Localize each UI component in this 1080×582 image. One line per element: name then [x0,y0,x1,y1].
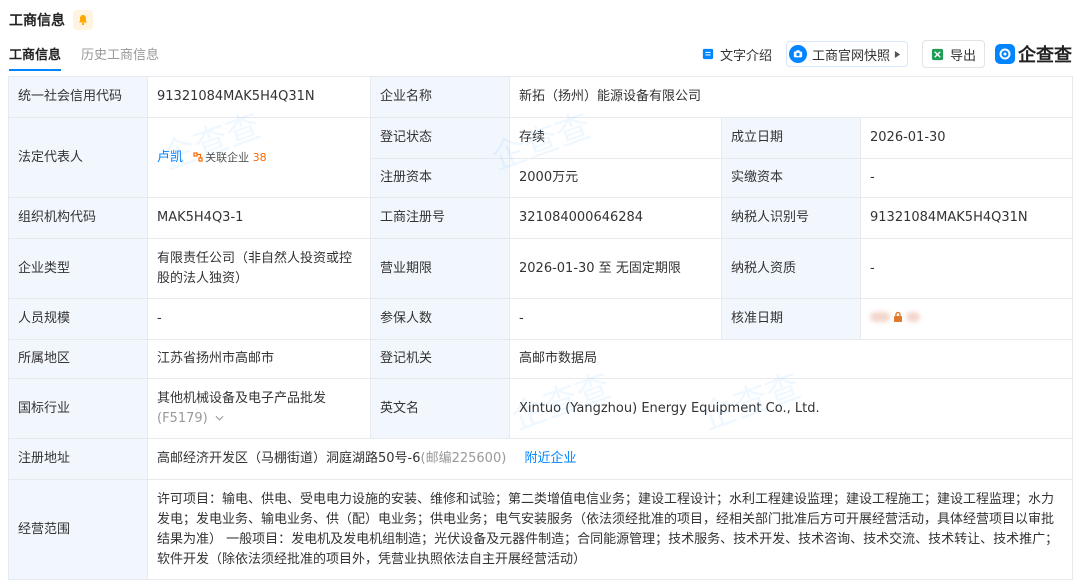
related-label: 关联企业 [205,150,250,164]
legal-rep-name-link[interactable]: 卢凯 [157,150,183,165]
excel-icon [931,47,945,61]
section-header: 工商信息 [9,9,93,31]
page-title: 工商信息 [9,13,65,29]
chevron-down-icon[interactable] [215,415,224,421]
brand-name: 企查查 [1018,45,1072,66]
related-count: 38 [252,150,267,164]
table-row: 企业类型 有限责任公司（非自然人投资或控股的法人独资） 营业期限 2026-01… [8,238,1074,299]
table-row: 法定代表人 卢凯 关联企业 38 登记状态 存续 成立日期 2026-01-30 [8,117,1074,198]
industry-label: 国标行业 [8,378,148,439]
camera-icon [788,45,807,63]
table-row: 人员规模 - 参保人数 - 核准日期 [8,298,1074,340]
table-row: 统一社会信用代码 91321084MAK5H4Q31N 企业名称 新拓（扬州）能… [8,76,1074,118]
authority-value: 高邮市数据局 [508,339,1074,379]
insured-value: - [509,298,722,340]
reg-capital-value: 2000万元 [509,158,722,198]
reg-status-value: 存续 [509,117,722,159]
play-arrow-icon [894,50,901,58]
taxpayer-qual-value: - [859,238,1074,299]
qcc-logo-icon [995,44,1015,64]
export-button[interactable]: 导出 [921,40,985,68]
reg-no-value: 321084000646284 [509,197,722,239]
tab-business-info[interactable]: 工商信息 [9,44,62,71]
taxpayer-qual-label: 纳税人资质 [721,238,861,299]
snapshot-label: 工商官网快照 [811,48,890,64]
authority-label: 登记机关 [370,339,510,379]
founded-label: 成立日期 [721,117,861,159]
industry-value[interactable]: 其他机械设备及电子产品批发 (F5179) [147,378,371,439]
credit-code-value: 91321084MAK5H4Q31N [147,76,371,118]
tax-id-value: 91321084MAK5H4Q31N [859,197,1074,239]
scope-value: 许可项目：输电、供电、受电电力设施的安装、维修和试验；第二类增值电信业务；建设工… [146,479,1074,580]
tab-history-business-info[interactable]: 历史工商信息 [81,44,159,69]
document-icon [701,47,715,61]
approval-date-value[interactable] [859,298,1074,340]
text-intro-button[interactable]: 文字介绍 [701,45,772,64]
table-row: 所属地区 江苏省扬州市高邮市 登记机关 高邮市数据局 [8,339,1074,379]
address-label: 注册地址 [8,438,148,480]
industry-name: 其他机械设备及电子产品批发 [157,390,327,406]
table-row: 经营范围 许可项目：输电、供电、受电电力设施的安装、维修和试验；第二类增值电信业… [8,479,1074,580]
table-row: 组织机构代码 MAK5H4Q3-1 工商注册号 321084000646284 … [8,197,1074,239]
industry-code: (F5179) [157,410,208,426]
related-icon [193,151,203,162]
scope-label: 经营范围 [8,479,148,580]
paid-capital-label: 实缴资本 [721,158,861,198]
english-name-value: Xintuo (Yangzhou) Energy Equipment Co., … [508,378,1074,439]
org-code-value: MAK5H4Q3-1 [147,197,371,239]
company-type-label: 企业类型 [8,238,148,299]
table-row: 国标行业 其他机械设备及电子产品批发 (F5179) 英文名 Xintuo (Y… [8,378,1074,439]
english-name-label: 英文名 [370,378,510,439]
address-text: 高邮经济开发区（马棚街道）洞庭湖路50号-6 [157,451,421,466]
toolbar: 文字介绍 工商官网快照 导出 企查查 [687,40,1072,68]
reg-status-label: 登记状态 [370,117,510,159]
table-row: 注册地址 高邮经济开发区（马棚街道）洞庭湖路50号-6(邮编225600) 附近… [8,438,1074,480]
business-info-table: 统一社会信用代码 91321084MAK5H4Q31N 企业名称 新拓（扬州）能… [8,76,1074,580]
nearby-companies-link[interactable]: 附近企业 [524,451,576,466]
text-intro-label: 文字介绍 [719,48,772,64]
official-snapshot-button[interactable]: 工商官网快照 [785,41,908,67]
company-name-label: 企业名称 [370,76,510,118]
founded-value: 2026-01-30 [859,117,1074,159]
legal-rep-value: 卢凯 关联企业 38 [147,117,371,198]
company-name-value: 新拓（扬州）能源设备有限公司 [508,76,1074,118]
staff-size-value: - [147,298,371,340]
term-value: 2026-01-30 至 无固定期限 [509,238,722,299]
legal-rep-label: 法定代表人 [8,117,148,198]
lock-icon [894,311,902,322]
region-label: 所属地区 [8,339,148,379]
org-code-label: 组织机构代码 [8,197,148,239]
term-label: 营业期限 [370,238,510,299]
insured-label: 参保人数 [370,298,510,340]
approval-date-label: 核准日期 [721,298,861,340]
export-label: 导出 [949,48,976,64]
region-value: 江苏省扬州市高邮市 [147,339,371,379]
staff-size-label: 人员规模 [8,298,148,340]
reg-capital-label: 注册资本 [370,158,510,198]
credit-code-label: 统一社会信用代码 [8,76,148,118]
paid-capital-value: - [859,158,1074,198]
company-type-value: 有限责任公司（非自然人投资或控股的法人独资） [147,238,371,299]
bell-icon[interactable] [73,10,93,30]
related-companies-link[interactable]: 关联企业 38 [187,150,267,165]
tax-id-label: 纳税人识别号 [721,197,861,239]
address-value: 高邮经济开发区（马棚街道）洞庭湖路50号-6(邮编225600) 附近企业 [146,438,1074,480]
brand-logo: 企查查 [995,41,1072,67]
postcode: (邮编225600) [420,451,507,466]
reg-no-label: 工商注册号 [370,197,510,239]
